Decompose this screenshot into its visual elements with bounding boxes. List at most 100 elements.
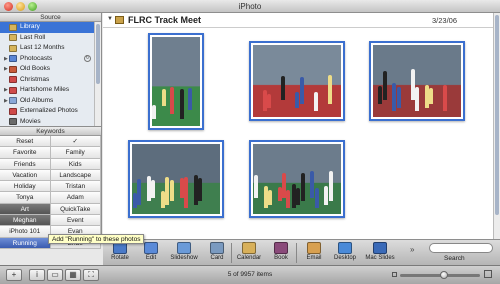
- tool-label: Card: [210, 255, 224, 261]
- keyword-button[interactable]: Favorite: [0, 147, 51, 159]
- photo-image: [132, 144, 220, 214]
- person-figure: [193, 174, 198, 205]
- overflow-chevron-icon[interactable]: »: [410, 245, 414, 254]
- person-figure: [281, 76, 286, 101]
- person-figure: [169, 180, 174, 202]
- keywords-grid: Reset ✓ Favorite Family Friends Kids Vacation L…: [0, 136, 101, 249]
- book-icon: [9, 65, 17, 73]
- source-scrollbar[interactable]: [94, 22, 101, 126]
- person-figure: [267, 93, 272, 108]
- keyword-button[interactable]: Meghan: [0, 215, 51, 227]
- person-figure: [263, 186, 268, 209]
- mac-slides-button[interactable]: Mac Slides: [365, 241, 395, 265]
- person-figure: [162, 88, 167, 106]
- search-input[interactable]: [429, 243, 493, 253]
- source-item[interactable]: Last Roll: [0, 33, 101, 44]
- scroll-thumb[interactable]: [96, 24, 100, 84]
- keyword-button[interactable]: QuickTake: [50, 203, 101, 216]
- photo-scrollbar[interactable]: [493, 13, 500, 239]
- person-figure: [161, 191, 166, 209]
- tool-label: Desktop: [333, 255, 356, 261]
- mac-slides-icon: [373, 242, 387, 254]
- toolbar: Rotate Edit Slideshow Card Calendar Book Email…: [103, 239, 500, 265]
- person-figure: [198, 178, 202, 202]
- keyword-button[interactable]: Landscape: [50, 169, 101, 182]
- sidebar: Source Library Last Roll Last 12 Months ▶ Ph…: [0, 13, 102, 249]
- photo-thumbnail[interactable]: [148, 33, 204, 130]
- disclosure-triangle-icon[interactable]: ▼: [107, 16, 113, 22]
- keyword-button[interactable]: Friends: [0, 158, 51, 170]
- person-figure: [165, 176, 170, 205]
- search-label: Search: [444, 255, 465, 262]
- keyword-button[interactable]: iPhoto 101: [0, 226, 51, 238]
- source-item[interactable]: Externalized Photos: [0, 106, 101, 117]
- tool-label: Calendar: [236, 255, 262, 261]
- photo-thumbnail[interactable]: [249, 140, 345, 218]
- toolbar-separator: [231, 243, 232, 263]
- zoom-slider[interactable]: [400, 271, 480, 279]
- keyword-button[interactable]: Event: [50, 215, 101, 227]
- library-icon: [9, 23, 17, 31]
- source-item-label: Christmas: [20, 75, 50, 83]
- keyword-checkmark-button[interactable]: ✓: [50, 136, 101, 148]
- photo-thumbnail[interactable]: [369, 41, 465, 121]
- person-figure: [262, 90, 267, 112]
- source-item[interactable]: Movies: [0, 117, 101, 128]
- book-icon: [274, 242, 288, 254]
- slideshow-icon: [177, 242, 191, 254]
- refresh-icon[interactable]: ↻: [84, 55, 91, 63]
- keywords-header: Keywords: [0, 127, 101, 136]
- person-figure: [267, 189, 272, 205]
- keyword-button[interactable]: Tonya: [0, 192, 51, 204]
- source-item[interactable]: ▶ Photocasts ↻: [0, 54, 101, 65]
- calendar-roll-icon: [9, 44, 17, 52]
- album-icon: [9, 86, 17, 94]
- keyword-button[interactable]: Adam: [50, 192, 101, 204]
- keyword-button[interactable]: Family: [50, 147, 101, 159]
- scroll-thumb[interactable]: [495, 15, 499, 215]
- card-button[interactable]: Card: [202, 241, 232, 265]
- source-item-label: Old Books: [20, 65, 50, 72]
- tool-label: Mac Slides: [365, 255, 395, 261]
- source-item[interactable]: Last 12 Months: [0, 43, 101, 54]
- source-item-label: Library: [20, 23, 40, 30]
- bottom-bar: + i ▭ ▦ ⛶ 5 of 9957 items: [0, 265, 500, 284]
- person-figure: [410, 69, 415, 101]
- window-title: iPhoto: [238, 2, 262, 11]
- photo-image: [152, 37, 200, 126]
- photo-thumbnail[interactable]: [128, 140, 224, 218]
- source-item[interactable]: Library: [0, 22, 101, 33]
- keyword-button[interactable]: Tristan: [50, 181, 101, 193]
- edit-button[interactable]: Edit: [136, 241, 166, 265]
- keyword-button[interactable]: Vacation: [0, 169, 51, 182]
- source-item[interactable]: ▶ Old Books: [0, 64, 101, 75]
- rotate-button[interactable]: Rotate: [105, 241, 135, 265]
- zoom-small-icon: [392, 272, 397, 277]
- person-figure: [429, 88, 434, 105]
- desktop-button[interactable]: Desktop: [330, 241, 360, 265]
- email-icon: [307, 242, 321, 254]
- event-icon: [115, 16, 124, 24]
- source-item[interactable]: ▶ Hartshorne Miles: [0, 85, 101, 96]
- keyword-button[interactable]: Kids: [50, 158, 101, 170]
- source-item-label: Photocasts: [20, 54, 53, 62]
- email-button[interactable]: Email: [299, 241, 329, 265]
- calendar-button[interactable]: Calendar: [234, 241, 264, 265]
- keyword-button[interactable]: Art: [0, 203, 51, 216]
- source-item-label: Old Albums: [20, 96, 54, 104]
- slideshow-button[interactable]: Slideshow: [169, 241, 199, 265]
- person-figure: [277, 187, 282, 202]
- keyword-button[interactable]: Running: [0, 237, 51, 249]
- edit-icon: [144, 242, 158, 254]
- zoom-slider-knob[interactable]: [439, 271, 448, 279]
- keyword-reset-button[interactable]: Reset: [0, 136, 51, 148]
- keyword-button[interactable]: Holiday: [0, 181, 51, 193]
- source-item[interactable]: ▶ Old Albums: [0, 96, 101, 107]
- person-figure: [378, 86, 383, 105]
- source-item[interactable]: Christmas: [0, 75, 101, 86]
- book-button[interactable]: Book: [266, 241, 296, 265]
- person-figure: [443, 85, 448, 112]
- photo-thumbnail[interactable]: [249, 41, 345, 121]
- person-figure: [324, 185, 329, 205]
- source-item-label: Hartshorne Miles: [20, 86, 70, 93]
